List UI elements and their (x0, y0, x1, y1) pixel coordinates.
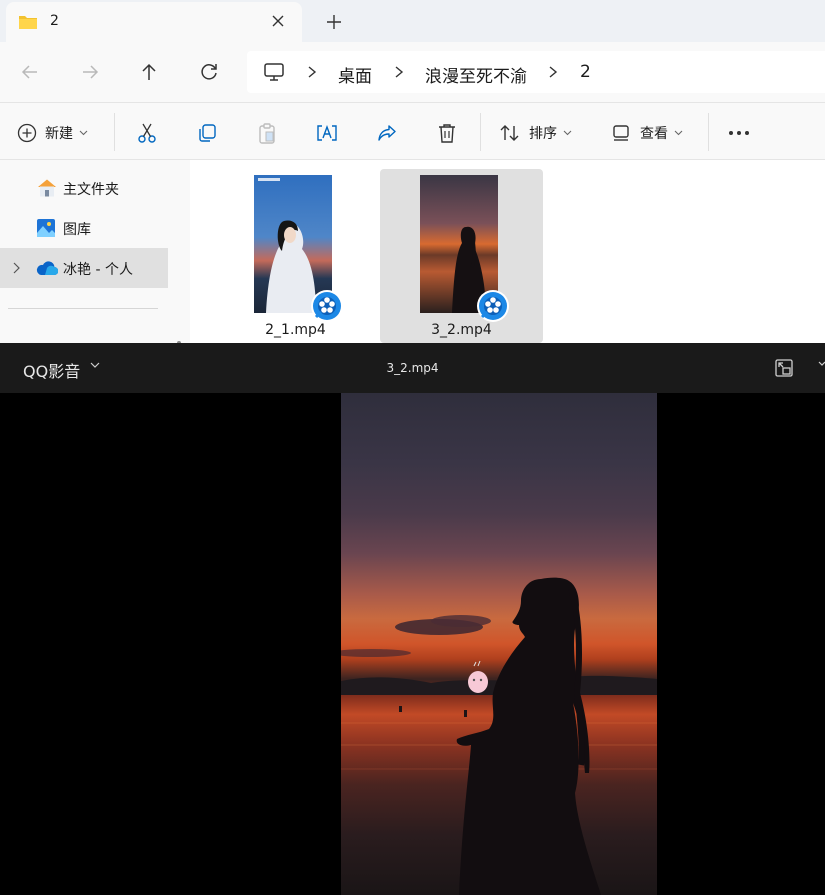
qq-player-badge-icon (477, 290, 509, 322)
copy-button[interactable] (196, 121, 218, 145)
copy-icon (199, 124, 216, 142)
more-options-button[interactable] (728, 121, 750, 145)
scissors-icon (138, 123, 156, 143)
refresh-icon[interactable] (197, 60, 221, 84)
breadcrumb-desktop[interactable]: 桌面 (338, 62, 372, 87)
video-scene (341, 577, 657, 895)
tab-title: 2 (50, 13, 59, 29)
file-item[interactable]: 2_1.mp4 (214, 169, 377, 343)
sidebar-divider (8, 308, 158, 309)
close-icon[interactable] (268, 11, 288, 31)
share-button[interactable] (376, 121, 398, 145)
mini-mode-icon[interactable] (774, 358, 794, 378)
chevron-down-icon (674, 130, 683, 136)
rename-button[interactable] (315, 121, 339, 145)
sidebar-item-label: 图库 (63, 222, 91, 238)
video-player-window: QQ影音 3_2.mp4 (0, 343, 825, 895)
sort-label: 排序 (529, 126, 557, 142)
navigation-bar: 桌面 浪漫至死不渝 2 (0, 42, 825, 102)
chevron-right-icon[interactable] (392, 64, 406, 80)
sort-button[interactable]: 排序 (499, 121, 572, 145)
address-bar[interactable]: 桌面 浪漫至死不渝 2 (247, 51, 825, 93)
player-title-bar: QQ影音 3_2.mp4 (0, 343, 825, 393)
title-bar: 2 (0, 0, 825, 42)
cute-sticker-icon (468, 660, 488, 693)
chevron-right-icon[interactable] (11, 261, 21, 275)
view-label: 查看 (640, 126, 668, 142)
sidebar-item-home[interactable]: 主文件夹 (0, 168, 168, 208)
chevron-down-icon[interactable] (818, 361, 825, 367)
plus-circle-icon (17, 123, 37, 143)
file-list: 2_1.mp4 3_2.mp4 (190, 160, 825, 343)
tab-current-folder[interactable]: 2 (6, 2, 302, 42)
chevron-right-icon[interactable] (305, 64, 319, 80)
chevron-right-icon[interactable] (546, 64, 560, 80)
view-button[interactable]: 查看 (612, 121, 683, 145)
share-icon (378, 125, 396, 141)
computer-icon (264, 63, 284, 81)
chevron-down-icon (563, 130, 572, 136)
cloud (341, 649, 411, 657)
breadcrumb-folder[interactable]: 浪漫至死不渝 (425, 62, 527, 87)
clipboard-icon (259, 123, 275, 144)
new-button[interactable]: 新建 (17, 121, 88, 145)
cut-button[interactable] (136, 121, 158, 145)
video-frame[interactable] (341, 393, 657, 895)
new-label: 新建 (45, 126, 73, 142)
plus-icon[interactable] (324, 12, 344, 32)
back-arrow-icon[interactable] (18, 60, 42, 84)
sidebar-item-gallery[interactable]: 图库 (0, 208, 168, 248)
paste-button[interactable] (256, 121, 278, 145)
toolbar-separator (114, 113, 115, 151)
forward-arrow-icon[interactable] (78, 60, 102, 84)
gallery-icon (37, 219, 55, 237)
view-icon (613, 125, 629, 141)
sidebar-item-onedrive[interactable]: 冰艳 - 个人 (0, 248, 168, 288)
qq-player-badge-icon (311, 290, 343, 322)
sort-icon (500, 125, 519, 141)
video-title: 3_2.mp4 (386, 361, 439, 375)
trash-icon (439, 124, 455, 143)
chevron-down-icon (79, 130, 88, 136)
command-bar: 新建 排序 查看 (0, 102, 825, 160)
file-name: 3_2.mp4 (431, 322, 492, 338)
breadcrumb-current[interactable]: 2 (580, 62, 591, 82)
sidebar-item-label: 主文件夹 (63, 182, 119, 198)
cloud (431, 615, 491, 627)
navigation-pane: 主文件夹 图库 冰艳 - 个人 (0, 160, 190, 377)
sidebar-item-label: 冰艳 - 个人 (63, 262, 133, 278)
folder-icon (19, 16, 37, 29)
toolbar-separator (480, 113, 481, 151)
file-item[interactable]: 3_2.mp4 (380, 169, 543, 343)
onedrive-cloud-icon (36, 261, 58, 276)
file-name: 2_1.mp4 (265, 322, 326, 338)
up-arrow-icon[interactable] (137, 60, 161, 84)
toolbar-separator (708, 113, 709, 151)
rename-icon (317, 124, 337, 141)
more-icon (729, 131, 749, 135)
home-icon (38, 179, 56, 197)
delete-button[interactable] (436, 121, 458, 145)
